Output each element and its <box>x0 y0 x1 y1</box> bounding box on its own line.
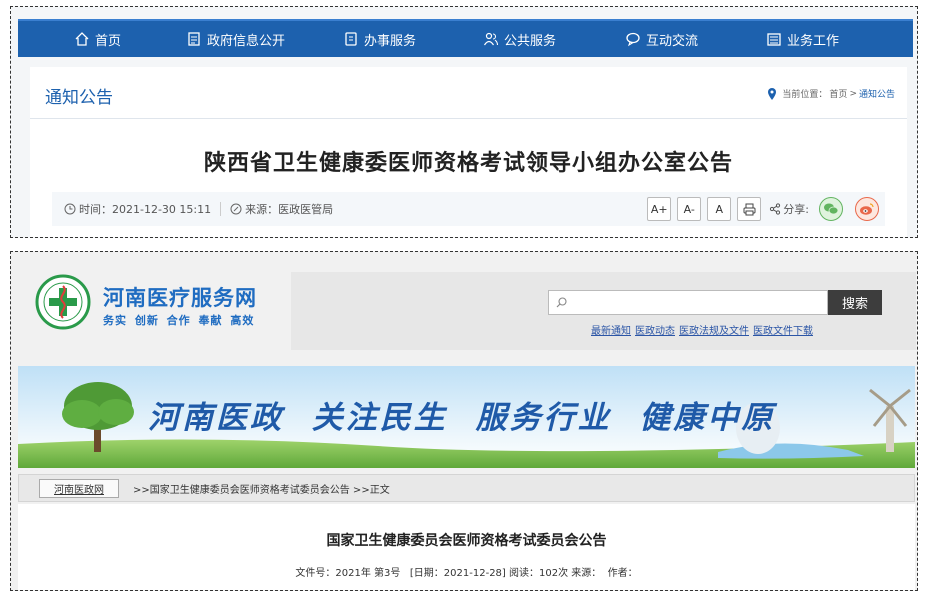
breadcrumb-home-link[interactable]: 河南医政网 <box>39 478 119 498</box>
article-source: 来源：医政医管局 <box>245 203 334 216</box>
top-navigation: 首页 政府信息公开 办事服务 公共服务 互动交流 业务工作 <box>18 19 913 57</box>
source-icon <box>230 203 242 215</box>
print-button[interactable] <box>737 197 762 221</box>
quick-link-regulations[interactable]: 医政法规及文件 <box>679 322 749 337</box>
location-pin-icon <box>768 87 777 100</box>
clock-icon <box>64 203 76 215</box>
quick-link-downloads[interactable]: 医政文件下载 <box>753 322 813 337</box>
location-label: 当前位置： <box>782 90 828 100</box>
article-title: 陕西省卫生健康委医师资格考试领导小组办公室公告 <box>203 151 733 176</box>
nav-item-services[interactable]: 办事服务 <box>343 21 416 57</box>
article-tools: A+ A- A 分享: <box>647 197 879 221</box>
quick-link-latest-notice[interactable]: 最新通知 <box>591 322 631 337</box>
nav-item-interaction[interactable]: 互动交流 <box>625 21 698 57</box>
site-name: 河南医疗服务网 <box>103 286 257 310</box>
document-icon <box>186 31 202 47</box>
article-container: 国家卫生健康委员会医师资格考试委员会公告 文件号：2021年 第3号 [日期：2… <box>18 504 915 590</box>
search-button[interactable]: 搜索 <box>828 290 882 315</box>
breadcrumb-separator: > <box>849 88 857 99</box>
font-reset-button[interactable]: A <box>707 197 732 221</box>
weibo-icon <box>860 203 874 215</box>
search-area: 搜索 最新通知 医政动态 医政法规及文件 医政文件下载 <box>291 272 916 350</box>
breadcrumb-home-link[interactable]: 首页 <box>829 87 847 100</box>
share-label: 分享: <box>769 201 809 217</box>
print-icon <box>743 203 756 215</box>
wechat-share-button[interactable] <box>819 197 843 221</box>
breadcrumb: 当前位置： 首页 > 通知公告 <box>767 87 895 100</box>
wechat-icon <box>824 203 839 215</box>
weibo-share-button[interactable] <box>855 197 879 221</box>
section-header: 通知公告 当前位置： 首页 > 通知公告 <box>30 67 907 119</box>
article-title: 国家卫生健康委员会医师资格考试委员会公告 <box>326 533 607 549</box>
share-icon <box>770 203 781 215</box>
site-logo <box>35 274 91 330</box>
meta-divider <box>220 202 222 216</box>
article-container: 通知公告 当前位置： 首页 > 通知公告 陕西省卫生健康委医师资格考试领导小组办… <box>30 67 907 237</box>
banner-slogan: 河南医政 关注民生 服务行业 健康中原 <box>148 400 776 436</box>
section-title: 通知公告 <box>45 88 113 108</box>
font-decrease-button[interactable]: A- <box>677 197 702 221</box>
article-meta: 文件号：2021年 第3号 [日期：2021-12-28] 阅读：102次 来源… <box>295 568 638 579</box>
breadcrumb-path: >>国家卫生健康委员会医师资格考试委员会公告 >>正文 <box>133 484 390 496</box>
font-increase-button[interactable]: A+ <box>647 197 672 221</box>
chat-icon <box>625 31 641 47</box>
breadcrumb: 河南医政网 >>国家卫生健康委员会医师资格考试委员会公告 >>正文 <box>18 474 915 502</box>
henan-screenshot-panel: 河南医疗服务网 务实 创新 合作 奉献 高效 搜索 最新通知 医政动态 医政法规… <box>10 251 918 591</box>
people-icon <box>483 31 499 47</box>
quick-links: 最新通知 医政动态 医政法规及文件 医政文件下载 <box>591 322 813 337</box>
folder-icon <box>766 31 782 47</box>
article-meta-bar: 时间：2021-12-30 15:11 来源：医政医管局 A+ A- A 分享: <box>52 192 885 226</box>
nav-item-public-services[interactable]: 公共服务 <box>483 21 556 57</box>
publish-time: 时间：2021-12-30 15:11 <box>79 203 212 216</box>
clipboard-icon <box>343 31 359 47</box>
quick-link-news[interactable]: 医政动态 <box>635 322 675 337</box>
search-icon <box>556 297 567 308</box>
nav-item-gov-info[interactable]: 政府信息公开 <box>186 21 285 57</box>
home-icon <box>74 31 90 47</box>
shaanxi-screenshot-panel: 首页 政府信息公开 办事服务 公共服务 互动交流 业务工作 通知公告 当前位置：… <box>10 6 918 238</box>
nav-item-business[interactable]: 业务工作 <box>766 21 839 57</box>
site-banner: 河南医政 关注民生 服务行业 健康中原 <box>18 366 915 468</box>
breadcrumb-current[interactable]: 通知公告 <box>859 87 895 100</box>
search-input[interactable] <box>548 290 828 315</box>
site-slogan: 务实 创新 合作 奉献 高效 <box>103 314 255 327</box>
nav-item-home[interactable]: 首页 <box>74 21 121 57</box>
